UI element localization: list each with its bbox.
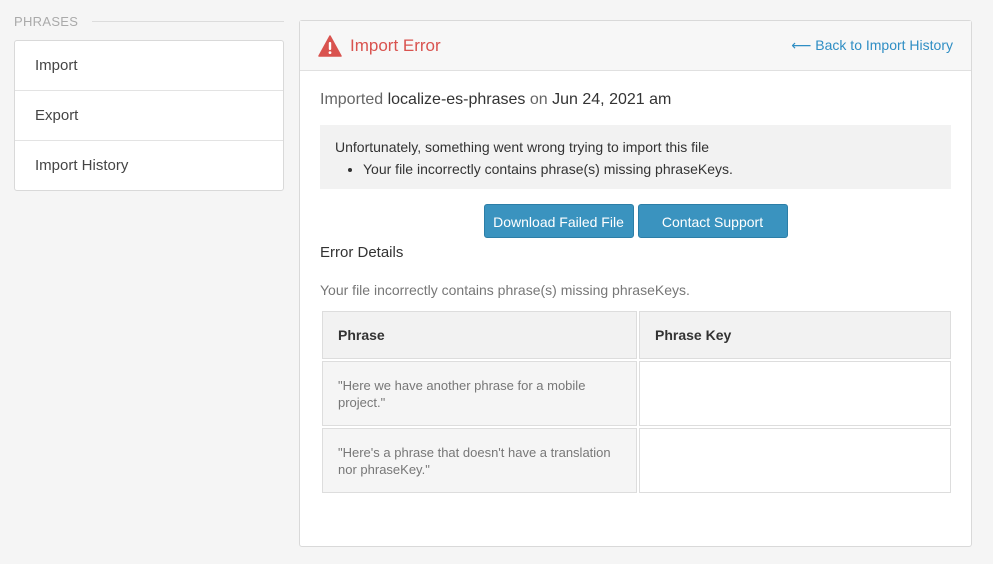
error-details-message: Your file incorrectly contains phrase(s)… bbox=[320, 282, 690, 298]
action-buttons: Download Failed File Contact Support bbox=[320, 204, 951, 238]
section-divider bbox=[92, 20, 284, 22]
import-error-panel: Import Error ⟵ Back to Import History Im… bbox=[299, 20, 972, 547]
column-header-phrase-key: Phrase Key bbox=[639, 311, 951, 359]
column-header-phrase: Phrase bbox=[322, 311, 637, 359]
panel-body: Imported localize-es-phrases on Jun 24, … bbox=[300, 91, 971, 495]
sidebar-item-import-history[interactable]: Import History bbox=[15, 141, 283, 190]
page-title: Import Error bbox=[350, 35, 441, 55]
title-wrap: Import Error bbox=[318, 34, 441, 57]
sidebar-item-export[interactable]: Export bbox=[15, 91, 283, 141]
import-summary: Imported localize-es-phrases on Jun 24, … bbox=[320, 91, 951, 109]
error-message: Unfortunately, something went wrong tryi… bbox=[335, 139, 710, 155]
imported-on: on bbox=[529, 91, 548, 108]
error-details-title: Error Details bbox=[320, 244, 404, 261]
sidebar-section-header: PHRASES bbox=[14, 12, 284, 30]
table-row: "Here's a phrase that doesn't have a tra… bbox=[322, 428, 951, 493]
contact-support-button[interactable]: Contact Support bbox=[637, 204, 788, 238]
error-table: Phrase Phrase Key "Here we have another … bbox=[320, 309, 953, 495]
sidebar-nav: Import Export Import History bbox=[14, 40, 284, 191]
phrase-cell: "Here's a phrase that doesn't have a tra… bbox=[322, 428, 637, 493]
error-list-item: Your file incorrectly contains phrase(s)… bbox=[363, 161, 935, 177]
warning-triangle-icon bbox=[318, 34, 342, 57]
back-to-import-history-link[interactable]: ⟵ Back to Import History bbox=[791, 37, 953, 54]
sidebar-item-import[interactable]: Import bbox=[15, 41, 283, 91]
table-header-row: Phrase Phrase Key bbox=[322, 311, 951, 359]
error-list: Your file incorrectly contains phrase(s)… bbox=[335, 161, 935, 177]
error-summary-box: Unfortunately, something went wrong tryi… bbox=[320, 125, 951, 189]
sidebar: PHRASES Import Export Import History bbox=[14, 12, 284, 191]
import-date: Jun 24, 2021 am bbox=[552, 91, 672, 108]
panel-header: Import Error ⟵ Back to Import History bbox=[300, 21, 971, 71]
phrase-cell: "Here we have another phrase for a mobil… bbox=[322, 361, 637, 426]
imported-prefix: Imported bbox=[320, 91, 384, 108]
download-failed-file-button[interactable]: Download Failed File bbox=[483, 204, 634, 238]
phrase-key-cell bbox=[639, 428, 951, 493]
sidebar-section-title: PHRASES bbox=[14, 13, 79, 29]
table-row: "Here we have another phrase for a mobil… bbox=[322, 361, 951, 426]
file-name: localize-es-phrases bbox=[387, 91, 526, 108]
phrase-key-cell bbox=[639, 361, 951, 426]
